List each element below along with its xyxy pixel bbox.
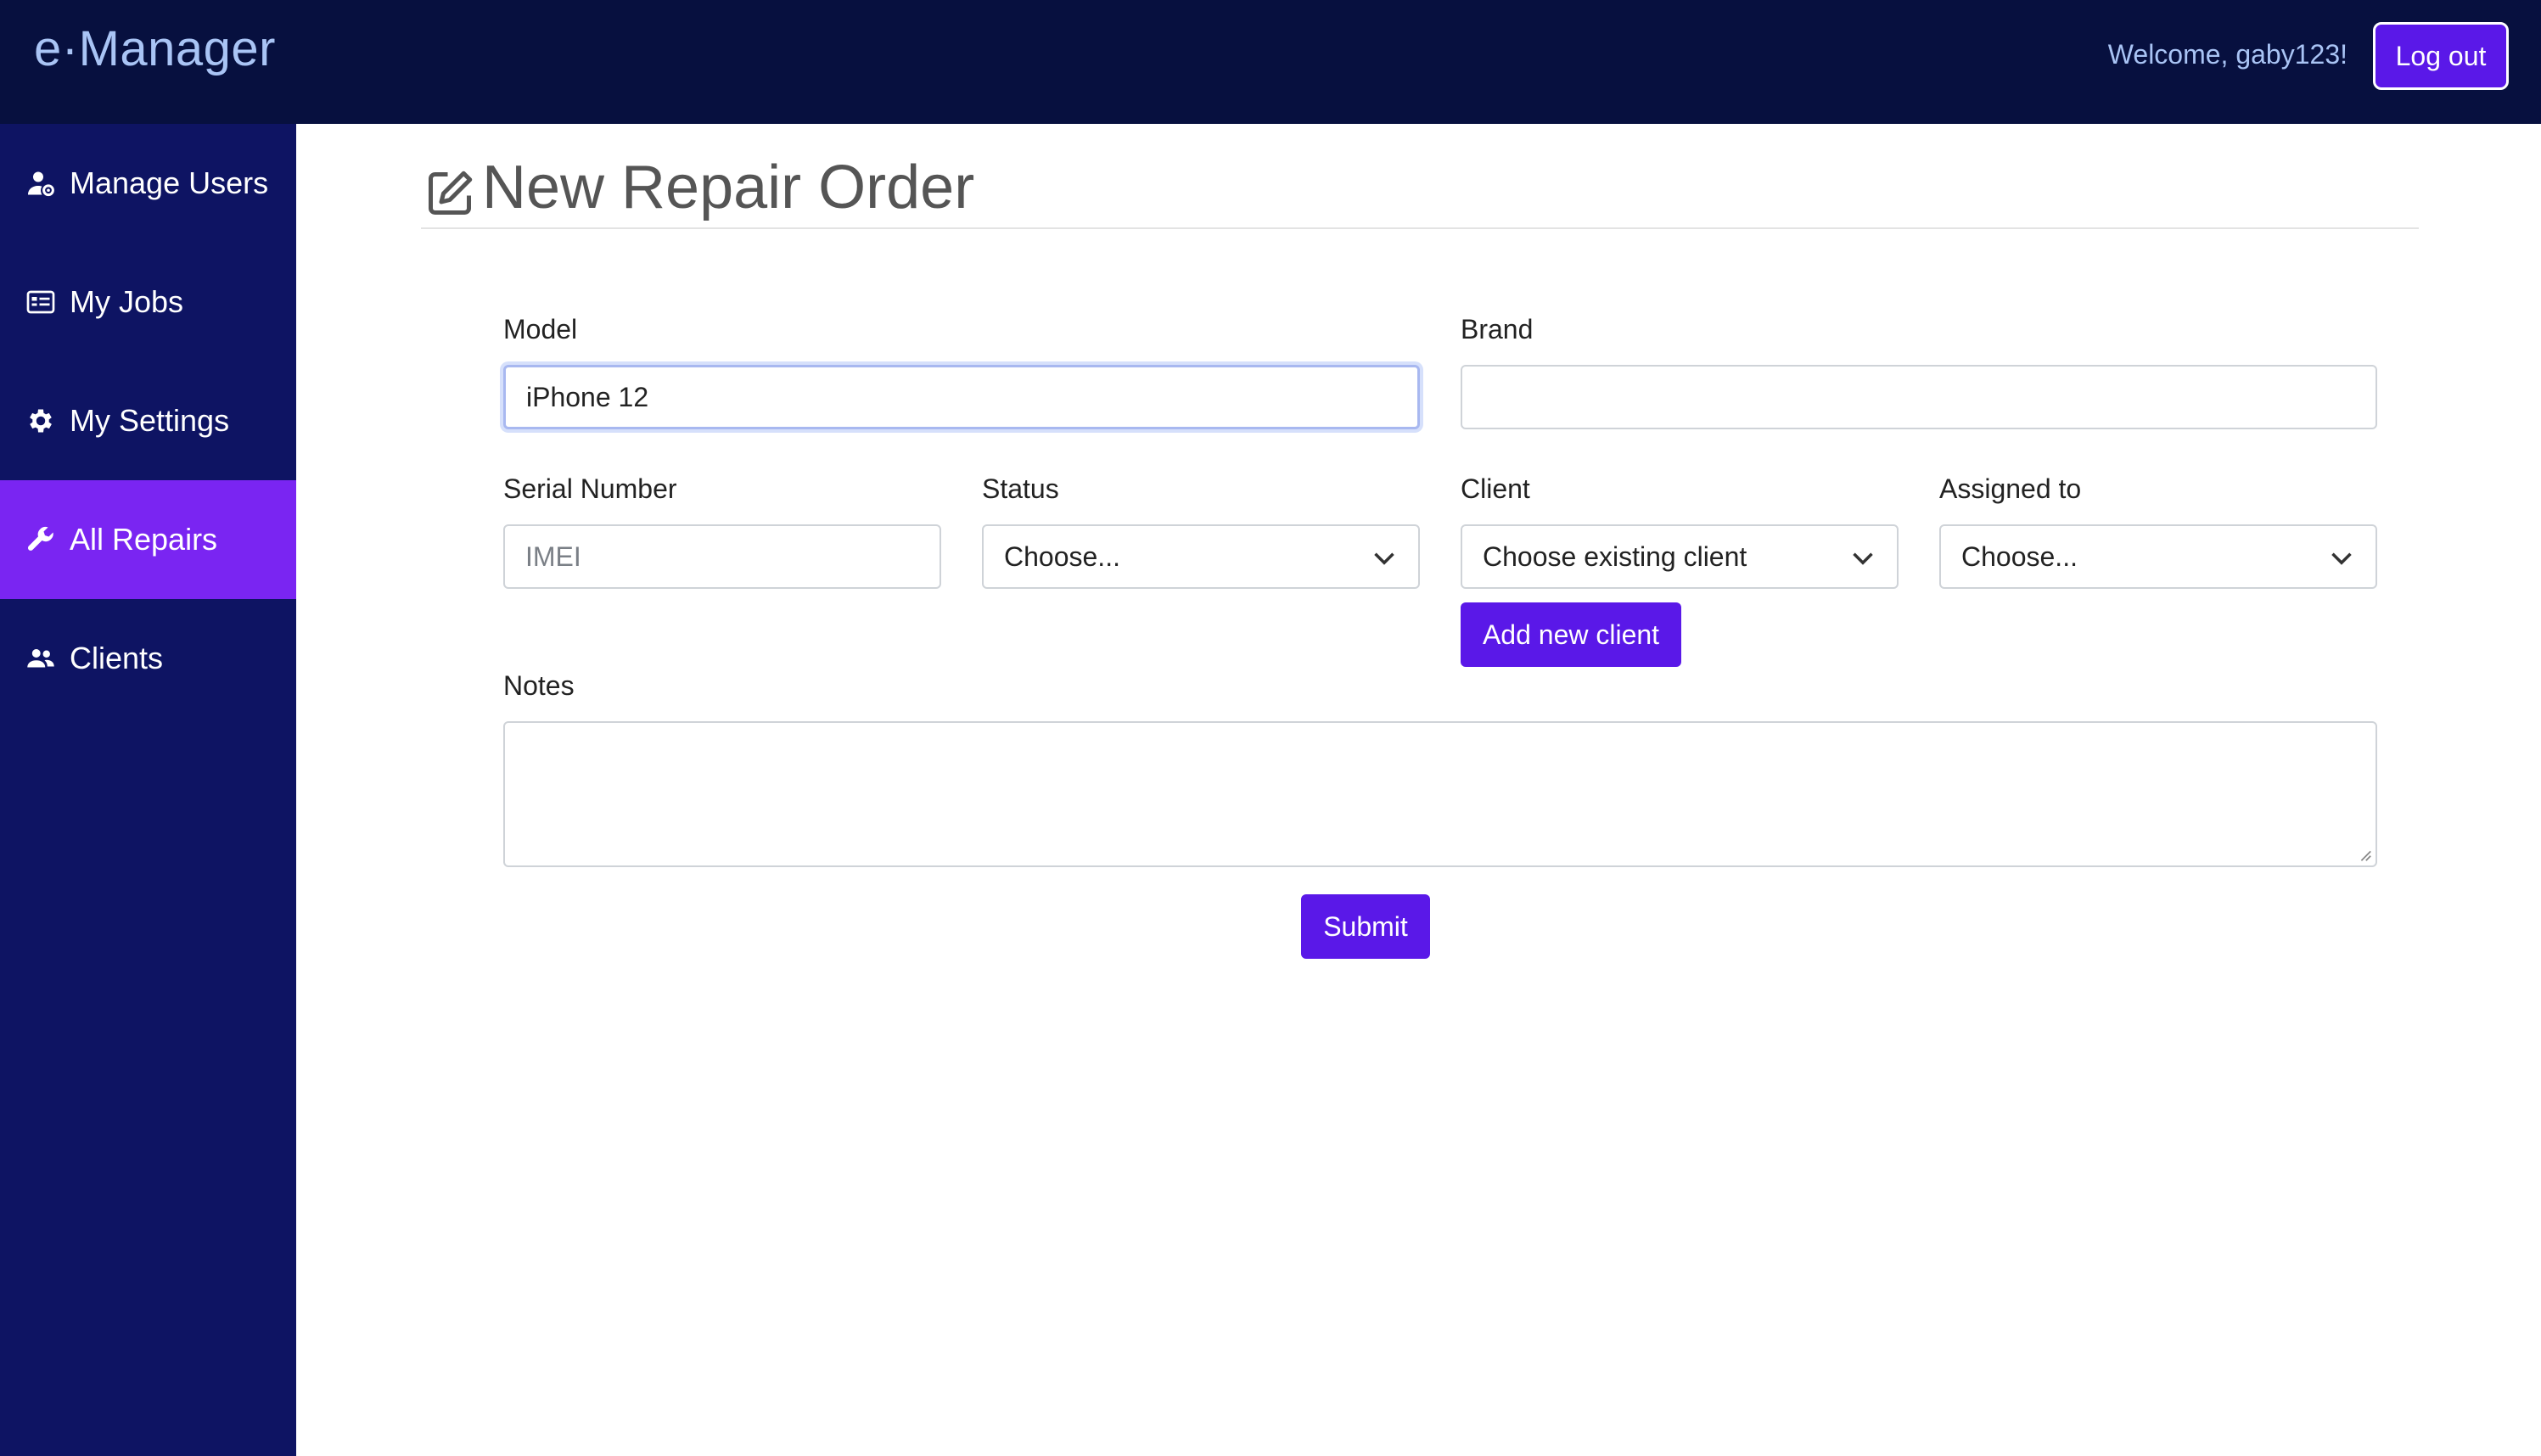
- top-navbar: e·Manager Welcome, gaby123! Log out: [0, 0, 2541, 124]
- sidebar-item-label: My Settings: [70, 403, 230, 438]
- sidebar-item-label: Clients: [70, 641, 164, 675]
- chevron-down-icon: [2331, 552, 2352, 565]
- add-new-client-button[interactable]: Add new client: [1461, 602, 1681, 667]
- id-card-icon: [24, 285, 58, 319]
- model-input[interactable]: [503, 365, 1420, 429]
- client-label: Client: [1461, 473, 1530, 504]
- notes-label: Notes: [503, 670, 575, 701]
- sidebar-item-all-repairs[interactable]: All Repairs: [0, 480, 296, 599]
- status-select-value: Choose...: [1004, 540, 1120, 572]
- sidebar-item-my-jobs[interactable]: My Jobs: [0, 243, 296, 361]
- edit-icon: [429, 171, 473, 215]
- serial-number-input[interactable]: [503, 524, 941, 589]
- wrench-icon: [24, 523, 58, 557]
- sidebar-item-manage-users[interactable]: Manage Users: [0, 124, 296, 243]
- people-icon: [24, 641, 58, 675]
- sidebar-item-label: My Jobs: [70, 284, 184, 319]
- client-select[interactable]: Choose existing client: [1461, 524, 1899, 589]
- client-select-value: Choose existing client: [1483, 540, 1747, 572]
- app-brand[interactable]: e·Manager: [34, 20, 276, 77]
- assigned-to-label: Assigned to: [1939, 473, 2082, 504]
- user-gear-icon: [24, 166, 58, 200]
- page-title: New Repair Order: [482, 154, 975, 221]
- chevron-down-icon: [1374, 552, 1394, 565]
- logout-button[interactable]: Log out: [2373, 22, 2509, 90]
- notes-textarea[interactable]: [503, 721, 2377, 867]
- sidebar-item-clients[interactable]: Clients: [0, 599, 296, 718]
- sidebar: Manage Users My Jobs My Settings All Rep…: [0, 124, 296, 1456]
- status-label: Status: [982, 473, 1059, 504]
- page-header: New Repair Order: [421, 149, 2419, 229]
- brand-label: Brand: [1461, 314, 1534, 344]
- model-label: Model: [503, 314, 578, 344]
- serial-number-label: Serial Number: [503, 473, 677, 504]
- gear-icon: [24, 404, 58, 438]
- brand-input[interactable]: [1461, 365, 2377, 429]
- chevron-down-icon: [1853, 552, 1873, 565]
- submit-button[interactable]: Submit: [1301, 894, 1430, 959]
- sidebar-item-label: All Repairs: [70, 522, 218, 557]
- resize-handle-icon[interactable]: [2357, 847, 2372, 862]
- status-select[interactable]: Choose...: [982, 524, 1420, 589]
- sidebar-item-label: Manage Users: [70, 165, 269, 200]
- welcome-text: Welcome, gaby123!: [2107, 39, 2347, 70]
- sidebar-item-my-settings[interactable]: My Settings: [0, 361, 296, 480]
- assigned-to-select[interactable]: Choose...: [1939, 524, 2377, 589]
- assigned-to-select-value: Choose...: [1961, 540, 2078, 572]
